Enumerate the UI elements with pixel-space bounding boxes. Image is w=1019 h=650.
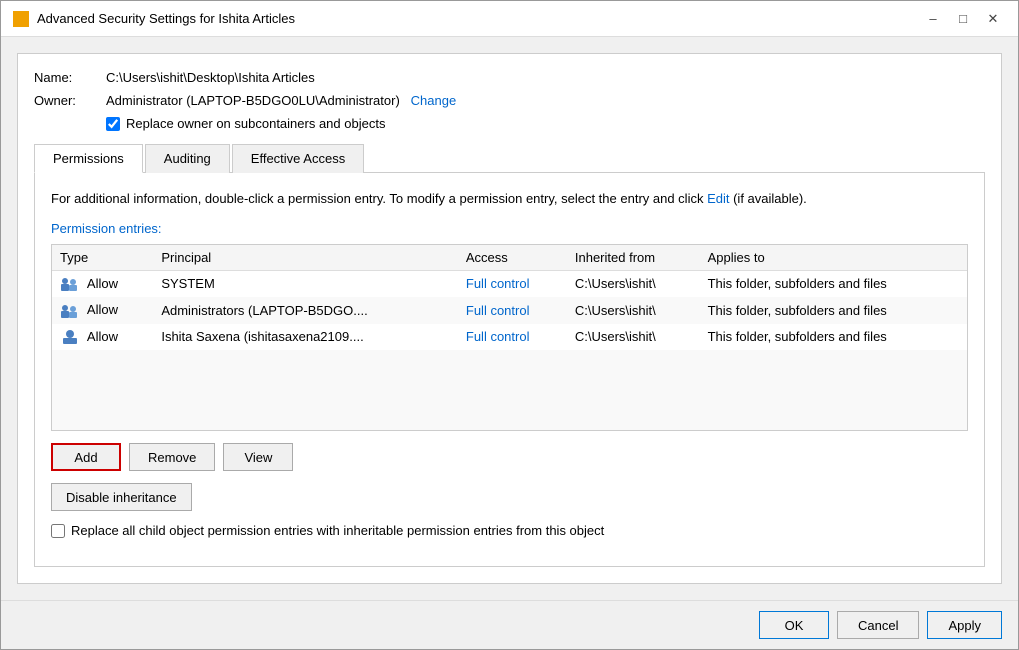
maximize-button[interactable]: □ xyxy=(950,8,976,30)
title-bar: Advanced Security Settings for Ishita Ar… xyxy=(1,1,1018,37)
minimize-button[interactable]: – xyxy=(920,8,946,30)
col-access: Access xyxy=(458,245,567,271)
row1-inherited: C:\Users\ishit\ xyxy=(567,270,700,297)
name-row: Name: C:\Users\ishit\Desktop\Ishita Arti… xyxy=(34,70,985,85)
disable-inheritance-row: Disable inheritance xyxy=(51,483,968,511)
row1-principal: SYSTEM xyxy=(153,270,458,297)
replace-owner-checkbox[interactable] xyxy=(106,117,120,131)
window: Advanced Security Settings for Ishita Ar… xyxy=(0,0,1019,650)
replace-permissions-row: Replace all child object permission entr… xyxy=(51,523,968,538)
table-row[interactable]: Allow SYSTEM Full control C:\Users\ishit… xyxy=(52,270,967,297)
row1-type: Allow xyxy=(52,270,153,297)
disable-inheritance-button[interactable]: Disable inheritance xyxy=(51,483,192,511)
user-icon xyxy=(60,329,80,345)
permission-entries-label: Permission entries: xyxy=(51,221,968,236)
info-text-part1: For additional information, double-click… xyxy=(51,191,707,206)
title-bar-buttons: – □ ✕ xyxy=(920,8,1006,30)
row2-type: Allow xyxy=(52,297,153,324)
row3-principal: Ishita Saxena (ishitasaxena2109.... xyxy=(153,324,458,351)
action-buttons-row: Add Remove View xyxy=(51,443,968,471)
tab-auditing[interactable]: Auditing xyxy=(145,144,230,173)
row3-access: Full control xyxy=(458,324,567,351)
row3-type: Allow xyxy=(52,324,153,351)
owner-label: Owner: xyxy=(34,93,94,108)
row1-access: Full control xyxy=(458,270,567,297)
name-label: Name: xyxy=(34,70,94,85)
window-title: Advanced Security Settings for Ishita Ar… xyxy=(37,11,912,26)
row3-applies: This folder, subfolders and files xyxy=(700,324,967,351)
replace-owner-label: Replace owner on subcontainers and objec… xyxy=(126,116,385,131)
tab-bar: Permissions Auditing Effective Access xyxy=(34,139,985,173)
main-content: Name: C:\Users\ishit\Desktop\Ishita Arti… xyxy=(1,37,1018,600)
apply-button[interactable]: Apply xyxy=(927,611,1002,639)
col-principal: Principal xyxy=(153,245,458,271)
user-group-icon xyxy=(60,303,80,319)
row2-applies: This folder, subfolders and files xyxy=(700,297,967,324)
owner-text: Administrator (LAPTOP-B5DGO0LU\Administr… xyxy=(106,93,400,108)
empty-row xyxy=(52,350,967,430)
name-value: C:\Users\ishit\Desktop\Ishita Articles xyxy=(106,70,315,85)
permissions-table: Type Principal Access Inherited from App… xyxy=(52,245,967,431)
tab-permissions[interactable]: Permissions xyxy=(34,144,143,173)
permissions-table-container: Type Principal Access Inherited from App… xyxy=(51,244,968,432)
row2-inherited: C:\Users\ishit\ xyxy=(567,297,700,324)
owner-row: Owner: Administrator (LAPTOP-B5DGO0LU\Ad… xyxy=(34,93,985,108)
replace-permissions-label: Replace all child object permission entr… xyxy=(71,523,604,538)
folder-icon xyxy=(13,11,29,27)
row2-principal: Administrators (LAPTOP-B5DGO.... xyxy=(153,297,458,324)
edit-link[interactable]: Edit xyxy=(707,191,729,206)
permissions-panel: For additional information, double-click… xyxy=(34,173,985,567)
row1-applies: This folder, subfolders and files xyxy=(700,270,967,297)
table-row[interactable]: Allow Ishita Saxena (ishitasaxena2109...… xyxy=(52,324,967,351)
cancel-button[interactable]: Cancel xyxy=(837,611,919,639)
add-button[interactable]: Add xyxy=(51,443,121,471)
info-text-part2: (if available). xyxy=(729,191,806,206)
close-button[interactable]: ✕ xyxy=(980,8,1006,30)
change-owner-link[interactable]: Change xyxy=(411,93,457,108)
ok-button[interactable]: OK xyxy=(759,611,829,639)
remove-button[interactable]: Remove xyxy=(129,443,215,471)
col-applies: Applies to xyxy=(700,245,967,271)
owner-value: Administrator (LAPTOP-B5DGO0LU\Administr… xyxy=(106,93,456,108)
user-group-icon xyxy=(60,276,80,292)
info-section: Name: C:\Users\ishit\Desktop\Ishita Arti… xyxy=(17,53,1002,584)
view-button[interactable]: View xyxy=(223,443,293,471)
col-inherited: Inherited from xyxy=(567,245,700,271)
table-header-row: Type Principal Access Inherited from App… xyxy=(52,245,967,271)
table-row[interactable]: Allow Administrators (LAPTOP-B5DGO.... F… xyxy=(52,297,967,324)
tab-effective-access[interactable]: Effective Access xyxy=(232,144,364,173)
replace-permissions-checkbox[interactable] xyxy=(51,524,65,538)
row2-access: Full control xyxy=(458,297,567,324)
col-type: Type xyxy=(52,245,153,271)
replace-owner-row: Replace owner on subcontainers and objec… xyxy=(106,116,985,131)
info-paragraph: For additional information, double-click… xyxy=(51,189,968,209)
row3-inherited: C:\Users\ishit\ xyxy=(567,324,700,351)
